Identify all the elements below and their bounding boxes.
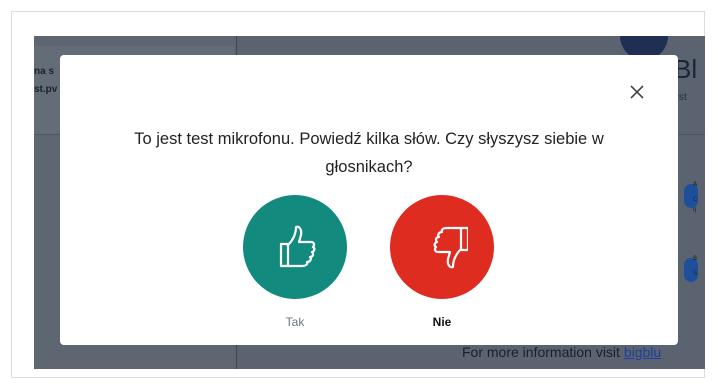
echo-test-question: To jest test mikrofonu. Powiedź kilka sł… bbox=[134, 130, 604, 176]
close-icon bbox=[630, 85, 644, 99]
background-user-name: na s bbox=[34, 66, 55, 77]
background-side-line: C bbox=[693, 197, 698, 203]
background-side-line: q bbox=[693, 207, 697, 213]
background-side-line: S bbox=[693, 271, 698, 277]
thumbs-up-icon bbox=[279, 225, 316, 268]
background-user-detail: st.pv bbox=[34, 84, 58, 95]
yes-button[interactable] bbox=[243, 195, 347, 299]
background-footer: For more information visit bigblu bbox=[462, 344, 661, 360]
background-side-title: S bbox=[693, 256, 698, 262]
background-footer-link[interactable]: bigblu bbox=[624, 344, 661, 360]
background-side-title: A bbox=[693, 182, 698, 188]
no-label: Nie bbox=[432, 315, 452, 329]
yes-label: Tak bbox=[285, 315, 305, 329]
background-footer-text: For more information visit bbox=[462, 344, 624, 360]
no-button[interactable] bbox=[390, 195, 494, 299]
close-button[interactable] bbox=[626, 81, 648, 103]
echo-test-modal: To jest test mikrofonu. Powiedź kilka sł… bbox=[60, 55, 678, 345]
thumbs-down-icon bbox=[433, 226, 468, 269]
